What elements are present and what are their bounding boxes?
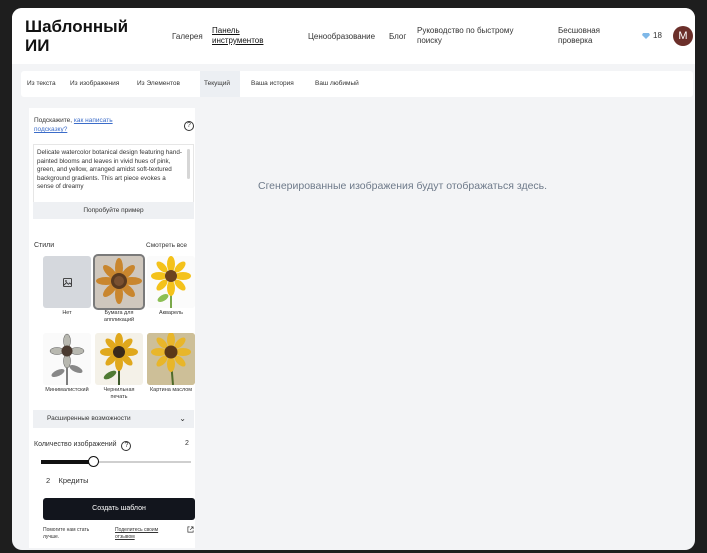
logo-line-1: Шаблонный bbox=[25, 17, 129, 36]
style-label: Минималистский bbox=[45, 387, 89, 393]
see-all-styles-link[interactable]: Смотреть все bbox=[146, 242, 187, 249]
nav-guide-line-2: поиску bbox=[417, 36, 442, 45]
tab-from-image[interactable]: Из изображения bbox=[66, 71, 123, 97]
tab-favorites[interactable]: Ваш любимый bbox=[311, 71, 363, 97]
gem-icon bbox=[642, 32, 650, 39]
credits-count: 18 bbox=[653, 31, 662, 40]
style-paper-cut[interactable]: Бумага для аппликаций bbox=[93, 254, 145, 324]
style-thumb-none bbox=[43, 256, 91, 308]
sunflower-image bbox=[49, 333, 85, 385]
style-label: Акварель bbox=[158, 310, 183, 316]
style-thumb-paper-cut bbox=[93, 254, 145, 310]
prompt-textarea[interactable]: Delicate watercolor botanical design fea… bbox=[33, 144, 194, 202]
style-label: Нет bbox=[62, 310, 72, 316]
style-thumb-oil-painting bbox=[147, 333, 195, 385]
nav-dashboard-line-2: инструментов bbox=[212, 36, 264, 45]
empty-state-message: Сгенерированные изображения будут отобра… bbox=[258, 180, 548, 192]
nav-prompt-guide[interactable]: Руководство по быстрому поиску bbox=[417, 26, 513, 46]
image-count-value: 2 bbox=[185, 440, 189, 447]
sunflower-image bbox=[96, 258, 142, 304]
slider-handle[interactable] bbox=[88, 456, 99, 467]
style-label: Бумага для аппликаций bbox=[103, 310, 135, 323]
credit-cost-number: 2 bbox=[46, 476, 51, 485]
style-label: Чернильная печать bbox=[103, 387, 135, 400]
avatar[interactable]: M bbox=[673, 26, 693, 46]
sunflower-image bbox=[147, 333, 195, 385]
image-icon bbox=[62, 277, 72, 287]
styles-heading: Стили bbox=[34, 242, 55, 249]
nav-dashboard-line-1: Панель bbox=[212, 26, 240, 35]
external-link-icon[interactable] bbox=[187, 526, 194, 533]
style-oil-painting[interactable]: Картина маслом bbox=[147, 333, 195, 394]
tab-from-text[interactable]: Из текста bbox=[23, 71, 60, 97]
style-watercolor[interactable]: Акварель bbox=[147, 256, 195, 317]
nav-gallery[interactable]: Галерея bbox=[172, 32, 203, 42]
tab-history[interactable]: Ваша история bbox=[247, 71, 298, 97]
generation-sidebar: Подскажите, как написать подсказку? ? Del… bbox=[29, 108, 195, 548]
nav-free-check[interactable]: Бесшовная проверка bbox=[558, 26, 600, 46]
hint-link-line-1: как написать bbox=[73, 117, 113, 124]
credit-cost: 2 Кредиты bbox=[46, 476, 88, 485]
advanced-options-toggle[interactable]: Расширенные возможности ⌄ bbox=[33, 410, 194, 428]
logo-line-2: ИИ bbox=[25, 36, 50, 55]
style-thumb-minimalist bbox=[43, 333, 91, 385]
credit-cost-label: Кредиты bbox=[58, 476, 89, 485]
nav-pricing[interactable]: Ценообразование bbox=[308, 32, 375, 42]
sunflower-image bbox=[151, 256, 191, 308]
app-window: Шаблонный ИИ Галерея Панель инструментов… bbox=[12, 8, 695, 550]
style-label: Картина маслом bbox=[149, 387, 193, 393]
feedback-prompt: Помогите нам стать лучше. bbox=[43, 527, 90, 540]
style-thumb-ink-print bbox=[95, 333, 143, 385]
feedback-link[interactable]: Поделитесь своим отзывом bbox=[115, 527, 175, 541]
style-ink-print[interactable]: Чернильная печать bbox=[95, 333, 143, 401]
nav-free-line-2: проверка bbox=[558, 36, 593, 45]
style-minimalist[interactable]: Минималистский bbox=[43, 333, 91, 394]
image-count-text: Количество изображений bbox=[34, 441, 117, 448]
hint-link-line-2: подсказку? bbox=[34, 126, 68, 133]
nav-dashboard[interactable]: Панель инструментов bbox=[212, 26, 263, 46]
top-header: Шаблонный ИИ Галерея Панель инструментов… bbox=[12, 8, 695, 64]
expand-chevron-icon: ⌄ bbox=[179, 414, 186, 423]
tab-current[interactable]: Текущий bbox=[200, 71, 240, 97]
advanced-options-label: Расширенные возможности bbox=[47, 415, 131, 422]
credits-indicator[interactable]: 18 bbox=[642, 31, 662, 40]
image-count-label: Количество изображений ? bbox=[34, 440, 132, 451]
help-icon[interactable]: ? bbox=[121, 441, 132, 451]
style-none[interactable]: Нет bbox=[43, 256, 91, 317]
create-template-button[interactable]: Создать шаблон bbox=[43, 498, 195, 520]
style-thumb-watercolor bbox=[147, 256, 195, 308]
nav-blog[interactable]: Блог bbox=[389, 32, 406, 42]
mode-tab-bar: Из текста Из изображения Из Элементов Те… bbox=[21, 71, 693, 97]
logo[interactable]: Шаблонный ИИ bbox=[25, 17, 145, 55]
prompt-scrollbar[interactable] bbox=[187, 149, 190, 179]
try-example-button[interactable]: Попробуйте пример bbox=[33, 202, 194, 219]
prompt-hint: Подскажите, как написать подсказку? bbox=[34, 116, 184, 134]
hint-prefix: Подскажите, bbox=[34, 117, 73, 124]
nav-free-line-1: Бесшовная bbox=[558, 26, 601, 35]
sunflower-image bbox=[100, 333, 138, 385]
tab-from-elements[interactable]: Из Элементов bbox=[133, 71, 184, 97]
slider-fill bbox=[41, 460, 94, 464]
nav-guide-line-1: Руководство по быстрому bbox=[417, 26, 514, 35]
help-icon[interactable]: ? bbox=[184, 121, 194, 131]
